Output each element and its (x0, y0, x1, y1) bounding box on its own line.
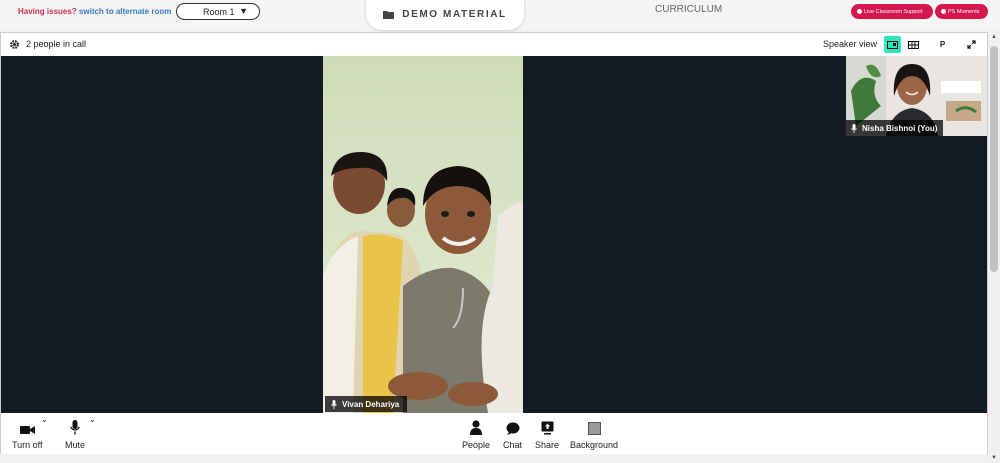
background-button[interactable]: Background (570, 417, 618, 450)
mute-label: Mute (65, 440, 86, 450)
scroll-up-arrow-icon[interactable]: ▲ (991, 34, 997, 40)
ps-moments-button[interactable]: PS Moments (935, 4, 988, 19)
main-participant-name: Vivan Dehariya (342, 399, 400, 409)
main-video-feed (323, 56, 523, 413)
mute-button[interactable]: Mute (65, 417, 85, 450)
pin-button[interactable]: P (934, 36, 951, 53)
call-toolbar: Turn off ⌄ Mute ⌄ People Chat Share Back… (1, 413, 987, 454)
main-video-tile[interactable] (323, 56, 523, 413)
background-icon (587, 422, 601, 435)
share-label: Share (535, 440, 560, 450)
dropdown-arrow-icon: ▼ (239, 6, 248, 16)
microphone-icon (851, 123, 857, 133)
share-button[interactable]: Share (535, 417, 559, 450)
settings-gear-icon[interactable] (9, 39, 20, 50)
scroll-down-arrow-icon[interactable]: ▼ (991, 455, 997, 461)
microphone-icon (70, 420, 80, 435)
person-icon (470, 420, 483, 435)
ps-moments-label: PS Moments (948, 8, 980, 15)
call-bar: 2 people in call Speaker view P (1, 33, 987, 56)
grid-view-icon (908, 40, 919, 49)
fullscreen-icon (967, 40, 976, 49)
meeting-frame: 2 people in call Speaker view P Vivan De… (0, 32, 988, 454)
self-participant-tag: Nisha Bishnoi (You) (846, 120, 944, 136)
issue-text: Having issues? (18, 7, 77, 16)
grid-view-button[interactable] (905, 36, 922, 53)
mic-options-chevron-icon[interactable]: ⌄ (89, 415, 96, 424)
camera-toggle-button[interactable]: Turn off (12, 417, 43, 450)
room-select[interactable]: Room 1 ▼ (176, 3, 260, 20)
speaker-view-icon (887, 40, 898, 49)
live-support-button[interactable]: Live Classroom Support (851, 4, 933, 19)
scrollbar-thumb[interactable] (990, 46, 998, 272)
curriculum-tab[interactable]: CURRICULUM (655, 4, 722, 15)
people-button[interactable]: People (462, 417, 490, 450)
page-scrollbar[interactable]: ▲ ▼ (988, 32, 1000, 463)
chat-label: Chat (503, 440, 523, 450)
demo-material-button[interactable]: DEMO MATERIAL (366, 0, 524, 30)
chat-button[interactable]: Chat (503, 417, 522, 450)
fullscreen-button[interactable] (963, 36, 980, 53)
camera-options-chevron-icon[interactable]: ⌄ (41, 415, 48, 424)
chat-bubble-icon (506, 422, 519, 435)
screen-share-icon (541, 421, 554, 435)
view-mode-label: Speaker view (823, 39, 878, 49)
live-support-label: Live Classroom Support (864, 8, 923, 15)
room-select-value: Room 1 (203, 6, 235, 17)
issue-notice: Having issues? switch to alternate room (18, 7, 171, 16)
people-count: 2 people in call (26, 39, 87, 49)
support-icon (857, 9, 862, 14)
demo-material-label: DEMO MATERIAL (402, 8, 507, 20)
people-label: People (462, 440, 491, 450)
background-label: Background (570, 440, 619, 450)
speaker-view-button[interactable] (884, 36, 901, 53)
moments-icon (941, 9, 946, 14)
self-participant-name: Nisha Bishnoi (You) (862, 123, 938, 133)
folder-icon (383, 10, 395, 19)
camera-toggle-label: Turn off (12, 440, 43, 450)
video-camera-icon (19, 426, 35, 434)
alternate-room-link[interactable]: switch to alternate room (79, 7, 171, 16)
microphone-icon (331, 399, 337, 409)
video-stage: Vivan Dehariya Nisha Bishnoi (You) (1, 56, 987, 413)
main-participant-tag: Vivan Dehariya (325, 396, 408, 412)
top-bar: Having issues? switch to alternate room … (0, 0, 1000, 30)
